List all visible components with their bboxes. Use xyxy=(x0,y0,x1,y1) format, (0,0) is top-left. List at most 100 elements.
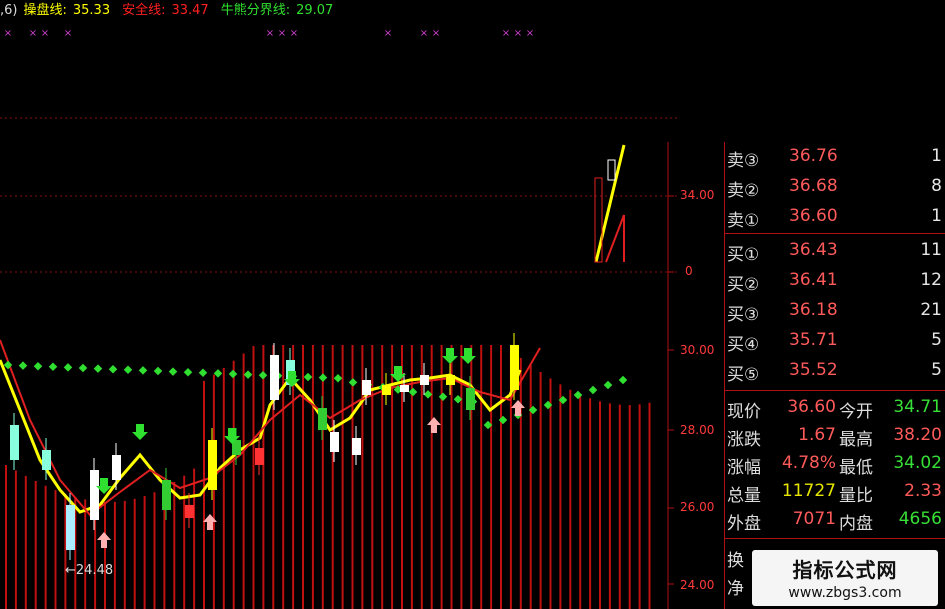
signal-x-mark: × xyxy=(266,28,274,39)
stat-ratio-value: 2.33 xyxy=(904,481,942,501)
buy-2-volume: 12 xyxy=(920,270,942,290)
net-label: 净 xyxy=(727,579,744,599)
order-book-panel: 卖③ 36.76 1 卖② 36.68 8 卖① 36.60 1 买① 36.4… xyxy=(724,142,945,609)
buy-2-label: 买② xyxy=(727,275,760,295)
candle-body xyxy=(362,380,371,395)
buy-4-label: 买④ xyxy=(727,335,760,355)
bull-bear-dot xyxy=(438,392,448,402)
stat-price-label: 现价 xyxy=(727,402,761,422)
stat-price-value: 36.60 xyxy=(787,397,836,417)
legend-line2-value: 33.47 xyxy=(171,3,209,18)
down-arrow-icon xyxy=(132,424,148,440)
candle-body xyxy=(90,470,99,520)
bull-bear-dot xyxy=(588,385,598,395)
sell-2-volume: 8 xyxy=(931,176,942,196)
bull-bear-dot xyxy=(33,361,43,371)
stat-inner-label: 内盘 xyxy=(839,514,873,534)
buy-5-volume: 5 xyxy=(931,360,942,380)
bull-bear-dot xyxy=(138,366,148,375)
buy-3-volume: 21 xyxy=(920,300,942,320)
down-arrow-icon xyxy=(442,348,458,364)
legend-prefix: ,6) xyxy=(0,3,18,18)
price-chart[interactable]: × × × × × × × × × × × × × xyxy=(0,0,724,609)
legend-line1-label: 操盘线: xyxy=(23,3,67,18)
buy-4-price: 35.71 xyxy=(789,330,838,350)
bull-bear-dot xyxy=(333,373,343,383)
surge-red-line xyxy=(605,214,625,263)
bull-bear-dot xyxy=(78,363,88,373)
stat-row-pct: 涨幅 4.78% 最低 34.02 xyxy=(725,450,945,478)
signal-x-mark: × xyxy=(4,28,12,39)
buy-4-volume: 5 xyxy=(931,330,942,350)
divider xyxy=(725,233,945,234)
sell-3-price: 36.76 xyxy=(789,146,838,166)
sell-1-volume: 1 xyxy=(931,206,942,226)
candle-body xyxy=(66,505,75,550)
stat-volume-value: 11727 xyxy=(781,481,836,501)
signal-x-mark: × xyxy=(278,28,286,39)
buy-3-label: 买③ xyxy=(727,305,760,325)
divider xyxy=(725,390,945,391)
candle-body xyxy=(352,438,361,455)
bull-bear-dot xyxy=(198,368,208,378)
up-arrow-icon xyxy=(97,532,111,548)
sell-2-price: 36.68 xyxy=(789,176,838,196)
sell-1-label: 卖① xyxy=(727,211,760,231)
buy-2-price: 36.41 xyxy=(789,270,838,290)
bull-bear-dot xyxy=(303,372,313,382)
turnover-label: 换 xyxy=(727,551,744,571)
y-label-28: 28.00 xyxy=(680,423,715,437)
bull-bear-dot xyxy=(18,361,28,370)
bull-bear-dot xyxy=(123,365,133,375)
candle-body xyxy=(510,345,519,390)
stat-row-volume: 总量 11727 量比 2.33 xyxy=(725,478,945,506)
divider xyxy=(725,538,945,539)
candle-body xyxy=(400,385,409,392)
bull-bear-dot xyxy=(213,369,223,378)
sell-row-3: 卖③ 36.76 1 xyxy=(725,142,945,172)
stat-pct-label: 涨幅 xyxy=(727,458,761,478)
y-label-30: 30.00 xyxy=(680,343,715,357)
indicator-legend: ,6) 操盘线: 35.33 安全线: 33.47 牛熊分界线: 29.07 xyxy=(0,2,333,20)
buy-row-2: 买② 36.41 12 xyxy=(725,266,945,296)
watermark-title: 指标公式网 xyxy=(792,558,898,582)
y-label-34: 34.00 xyxy=(680,188,715,202)
buy-1-price: 36.43 xyxy=(789,240,838,260)
y-label-24: 24.00 xyxy=(680,578,715,592)
up-arrow-icon xyxy=(511,400,525,416)
candle-body xyxy=(185,505,194,518)
signal-x-mark: × xyxy=(41,28,49,39)
stat-row-price: 现价 36.60 今开 34.71 xyxy=(725,394,945,422)
stat-row-outer: 外盘 7071 内盘 4656 xyxy=(725,506,945,534)
candle-body xyxy=(420,375,429,385)
stat-row-change: 涨跌 1.67 最高 38.20 xyxy=(725,422,945,450)
bull-bear-dot xyxy=(258,370,268,380)
stat-volume-label: 总量 xyxy=(727,486,761,506)
candle-body xyxy=(42,450,51,470)
signal-x-mark: × xyxy=(432,28,440,39)
signal-x-mark: × xyxy=(290,28,298,39)
bull-bear-dot xyxy=(603,380,613,390)
stat-low-value: 34.02 xyxy=(893,453,942,473)
stat-low-label: 最低 xyxy=(839,458,873,478)
candle-body xyxy=(162,480,171,510)
candle-body xyxy=(112,455,121,480)
candle-body xyxy=(255,448,264,465)
signal-x-mark: × xyxy=(526,28,534,39)
stat-high-label: 最高 xyxy=(839,430,873,450)
buy-5-price: 35.52 xyxy=(789,360,838,380)
stat-open-value: 34.71 xyxy=(893,397,942,417)
bull-bear-dot xyxy=(243,370,253,379)
candle-body xyxy=(330,432,339,452)
low-price-marker: ←24.48 xyxy=(65,563,114,578)
y-label-26: 26.00 xyxy=(680,500,715,514)
bull-bear-dot xyxy=(48,362,58,372)
buy-row-4: 买④ 35.71 5 xyxy=(725,326,945,356)
bull-bear-dot xyxy=(108,364,118,374)
signal-x-mark: × xyxy=(384,28,392,39)
legend-line3-value: 29.07 xyxy=(296,3,334,18)
signal-x-mark: × xyxy=(514,28,522,39)
signal-x-mark: × xyxy=(502,28,510,39)
stat-ratio-label: 量比 xyxy=(839,486,873,506)
sell-3-label: 卖③ xyxy=(727,151,760,171)
